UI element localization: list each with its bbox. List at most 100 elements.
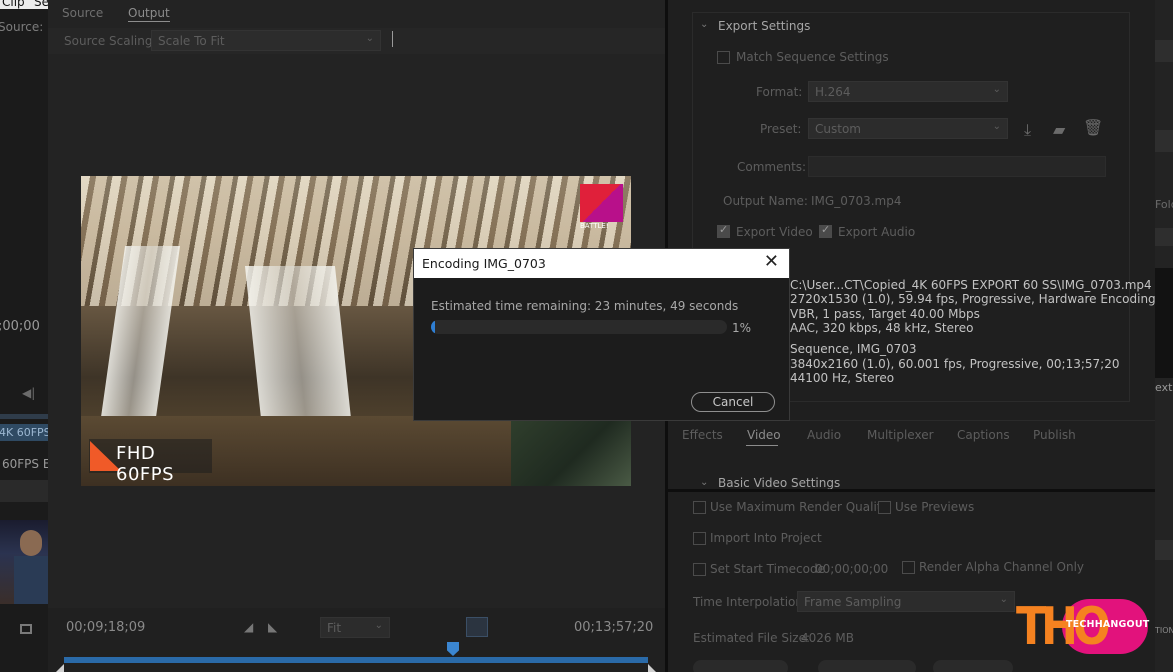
use-previews-label: Use Previews: [895, 500, 975, 514]
basic-video-settings-heading: Basic Video Settings: [718, 476, 841, 490]
menu-item-clip[interactable]: Clip: [2, 0, 25, 9]
panel-divider: [0, 414, 48, 419]
use-previews-checkbox[interactable]: [878, 501, 891, 514]
max-render-quality-checkbox[interactable]: [693, 501, 706, 514]
match-sequence-label: Match Sequence Settings: [736, 50, 889, 64]
fit-dropdown[interactable]: Fit ⌄: [320, 617, 390, 638]
file-size-value: 4026 MB: [801, 631, 854, 645]
mark-out-icon[interactable]: ◣: [268, 620, 277, 634]
export-audio-label: Export Audio: [838, 225, 916, 239]
techhangout-watermark: THO TECHHANGOUT: [1016, 598, 1149, 656]
tab-captions[interactable]: Captions: [957, 428, 1010, 442]
summary-output-video: 2720x1530 (1.0), 59.94 fps, Progressive,…: [790, 292, 1171, 306]
chevron-down-icon: ⌄: [999, 594, 1008, 605]
current-timecode[interactable]: 00;09;18;09: [66, 620, 145, 635]
comments-field[interactable]: [808, 156, 1106, 177]
summary-output-path: C:\User...CT\Copied_4K 60FPS EXPORT 60 S…: [790, 278, 1152, 292]
range-end-handle[interactable]: [648, 664, 656, 672]
trash-icon[interactable]: 🗑: [1083, 118, 1103, 137]
summary-source-sequence: Sequence, IMG_0703: [790, 342, 917, 356]
encoding-progress-bar: [431, 320, 727, 334]
dialog-title: Encoding IMG_0703: [422, 256, 546, 271]
preset-dropdown[interactable]: Custom ⌄: [808, 118, 1008, 139]
list-view-icon[interactable]: [20, 624, 32, 634]
section-separator: [668, 489, 1155, 492]
tab-multiplexer[interactable]: Multiplexer: [867, 428, 934, 442]
queue-button[interactable]: [818, 660, 916, 672]
duration-timecode: 00;13;57;20: [574, 620, 654, 635]
render-alpha-label: Render Alpha Channel Only: [919, 560, 1085, 574]
timeline-scrubber[interactable]: [64, 657, 648, 663]
cancel-button[interactable]: Cancel: [691, 392, 775, 412]
format-dropdown[interactable]: H.264 ⌄: [808, 81, 1008, 102]
tab-effects[interactable]: Effects: [682, 428, 723, 442]
tab-video-underline: [746, 445, 778, 446]
tab-output[interactable]: Output: [128, 6, 170, 22]
save-preset-icon[interactable]: ⤓: [1024, 120, 1031, 140]
sequence-chip-2[interactable]: 60FPS EX: [2, 457, 48, 471]
chevron-down-icon: ⌄: [992, 121, 1001, 132]
import-into-project-checkbox[interactable]: [693, 532, 706, 545]
collapse-chevron-icon[interactable]: ⌄: [700, 19, 708, 30]
match-sequence-checkbox[interactable]: [717, 51, 730, 64]
left-panel-strip: Clip Se Source: (n ;00;00 ◀| 4K 60FPS 60…: [0, 0, 48, 672]
time-interpolation-dropdown[interactable]: Frame Sampling ⌄: [797, 591, 1015, 612]
import-preset-icon[interactable]: ▰: [1053, 120, 1065, 139]
summary-source-video: 3840x2160 (1.0), 60.001 fps, Progressive…: [790, 357, 1120, 371]
mark-in-icon[interactable]: ◢: [244, 620, 253, 634]
chevron-down-icon: ⌄: [992, 84, 1001, 95]
file-size-label: Estimated File Size:: [693, 631, 811, 645]
left-timecode: ;00;00: [0, 319, 40, 334]
dialog-title-bar: Encoding IMG_0703 ✕: [414, 249, 789, 278]
time-interpolation-label: Time Interpolation:: [693, 595, 808, 609]
tab-video[interactable]: Video: [747, 428, 781, 442]
chevron-down-icon: ⌄: [365, 33, 374, 44]
start-timecode-value[interactable]: 00;00;00;00: [815, 562, 888, 576]
menu-item-sequence[interactable]: Se: [34, 0, 48, 9]
time-remaining-text: Estimated time remaining: 23 minutes, 49…: [431, 299, 739, 313]
export-video-label: Export Video: [736, 225, 813, 239]
fit-value: Fit: [327, 621, 342, 635]
bin-row: [0, 480, 48, 502]
close-icon[interactable]: ✕: [764, 253, 779, 271]
source-scaling-label: Source Scaling:: [64, 34, 157, 48]
fhd-60fps-badge: FHD 60FPS: [89, 439, 212, 485]
tab-source[interactable]: Source: [62, 6, 103, 20]
collapse-chevron-icon[interactable]: ⌄: [700, 477, 708, 488]
export-button[interactable]: [933, 660, 1013, 672]
preset-value: Custom: [815, 122, 861, 136]
export-video-checkbox[interactable]: [717, 223, 730, 238]
menu-bar: Clip Se: [0, 0, 48, 9]
start-timecode-checkbox[interactable]: [693, 563, 706, 576]
text-cursor: [392, 31, 393, 47]
right-strip-text-2: ext: [1155, 381, 1173, 394]
source-monitor-label: Source: (n: [0, 20, 48, 34]
person-shirt: [14, 556, 48, 604]
summary-source-audio: 44100 Hz, Stereo: [790, 371, 895, 385]
right-strip-text-3: TION: [1155, 626, 1173, 635]
time-interpolation-value: Frame Sampling: [804, 595, 902, 609]
export-audio-checkbox[interactable]: [819, 223, 832, 238]
range-start-handle[interactable]: [56, 664, 64, 672]
source-scaling-dropdown[interactable]: Scale To Fit ⌄: [151, 30, 381, 51]
right-strip-block: [1155, 228, 1173, 246]
comments-label: Comments:: [737, 160, 807, 174]
crop-icon[interactable]: [466, 617, 488, 637]
render-alpha-checkbox[interactable]: [902, 561, 915, 574]
progress-percent: 1%: [732, 321, 752, 335]
person-face: [20, 530, 42, 556]
encoding-progress-fill: [431, 320, 436, 334]
tab-publish[interactable]: Publish: [1033, 428, 1076, 442]
preset-label: Preset:: [760, 122, 802, 136]
export-settings-heading: Export Settings: [718, 19, 811, 33]
step-back-icon[interactable]: ◀|: [22, 386, 35, 400]
right-panel-strip: Fold ext TION: [1155, 0, 1173, 672]
encoding-dialog: Encoding IMG_0703 ✕ Estimated time remai…: [413, 248, 790, 421]
metadata-button[interactable]: [693, 660, 788, 672]
channel-logo-text: BATTLE!: [580, 222, 609, 230]
tab-audio[interactable]: Audio: [807, 428, 841, 442]
thumbnail-person[interactable]: [0, 520, 48, 604]
max-render-quality-label: Use Maximum Render Quality: [710, 500, 889, 514]
sequence-chip-1[interactable]: 4K 60FPS: [0, 424, 48, 441]
output-name-link[interactable]: IMG_0703.mp4: [811, 194, 902, 208]
